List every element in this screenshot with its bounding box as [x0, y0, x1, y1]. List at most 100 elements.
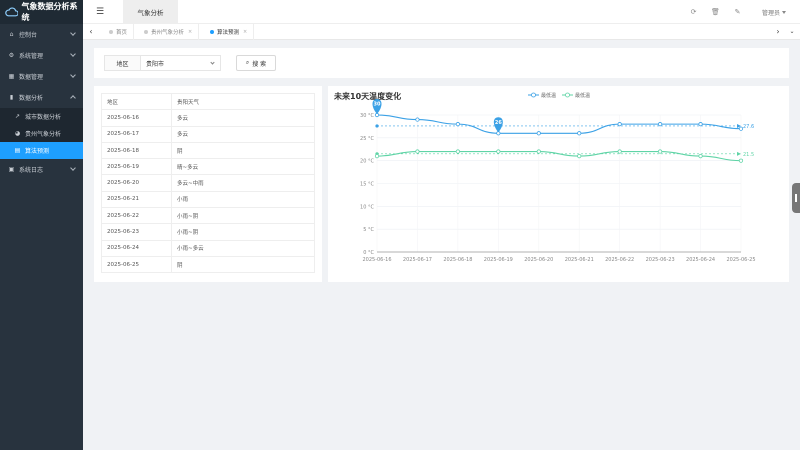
x-tick-label: 2025-06-22 [605, 257, 634, 263]
chevron-down-icon[interactable]: ⌄ [788, 28, 796, 36]
sidebar-item-guizhou-analysis[interactable]: ◕ 贵州气象分析 [0, 125, 83, 142]
cell-date: 2025-06-24 [101, 239, 172, 257]
chevron-down-icon [70, 72, 76, 78]
data-point [536, 149, 541, 154]
tab-dot [210, 30, 214, 34]
y-tick-label: 25 °C [360, 136, 374, 142]
tab-dot [109, 30, 113, 34]
region-select-value: 贵阳市 [146, 60, 165, 68]
chart-icon: ▮ [9, 94, 14, 101]
tab-home[interactable]: 首页 [103, 24, 135, 40]
sidebar-item-dashboard[interactable]: ⌂ 控制台 [0, 24, 83, 45]
side-drawer-handle[interactable] [792, 183, 800, 213]
y-tick-label: 20 °C [360, 159, 374, 165]
data-point [374, 154, 380, 159]
refresh-icon[interactable]: ⟳ [689, 8, 698, 17]
y-tick-label: 0 °C [363, 250, 374, 256]
series-line [376, 114, 742, 134]
data-point [617, 122, 622, 127]
table-row: 2025-06-16 多云 [101, 109, 315, 127]
sidebar-item-algorithm-prediction[interactable]: ▤ 算法预测 [0, 142, 83, 159]
edit-icon[interactable]: ✎ [733, 8, 742, 17]
caret-down-icon [782, 11, 786, 14]
trash-icon[interactable]: 🗑 [711, 8, 720, 17]
average-value-label: 21.5 [743, 152, 754, 158]
x-tick-label: 2025-06-20 [524, 257, 553, 263]
table-row: 2025-06-18 阴 [101, 141, 315, 160]
sidebar-item-label: 数据管理 [19, 74, 44, 81]
x-tick-label: 2025-06-19 [484, 257, 513, 263]
home-icon: ⌂ [9, 31, 14, 38]
data-point [617, 149, 622, 154]
search-button[interactable]: ⌕ 搜 索 [236, 55, 276, 71]
table-header-row: 地区 贵阳天气 [101, 92, 315, 111]
cell-weather: 小雨~阴 [171, 207, 315, 225]
submenu-data-analysis: ↗ 城市数据分析 ◕ 贵州气象分析 ▤ 算法预测 [0, 108, 83, 159]
data-point [415, 117, 420, 122]
cell-date: 2025-06-25 [101, 255, 172, 274]
data-point [738, 126, 744, 131]
data-point [698, 122, 703, 127]
sidebar-item-label: 控制台 [19, 32, 38, 39]
cell-date: 2025-06-20 [101, 174, 172, 192]
data-point [577, 131, 582, 136]
legend-label: 最低温 [575, 92, 590, 99]
pie-chart-icon: ◕ [14, 130, 21, 137]
cell-weather: 小雨 [171, 190, 315, 209]
data-point [455, 149, 460, 154]
tab-guizhou-analysis[interactable]: 贵州气象分析 × [138, 24, 200, 40]
cell-date: 2025-06-21 [101, 190, 172, 209]
user-menu[interactable]: 管理员 [762, 8, 780, 17]
pin-label: 26 [495, 120, 502, 126]
sidebar: 气象数据分析系统 ⌂ 控制台 ⚙ 系统管理 ▦ 数据管理 ▮ 数据分析 ↗ 城市… [0, 0, 83, 450]
menu-toggle-icon[interactable]: ☰ [96, 7, 114, 19]
app-logo[interactable]: 气象数据分析系统 [0, 0, 83, 24]
pin-label: 30 [374, 102, 381, 108]
tab-algorithm-prediction[interactable]: 算法预测 × [204, 24, 255, 40]
cell-date: 2025-06-22 [101, 207, 172, 225]
line-chart-icon: ↗ [14, 113, 21, 120]
sidebar-item-system-management[interactable]: ⚙ 系统管理 [0, 45, 83, 66]
sidebar-item-data-analysis[interactable]: ▮ 数据分析 [0, 87, 83, 108]
region-label: 地区 [104, 55, 141, 71]
x-tick-label: 2025-06-24 [686, 257, 715, 263]
x-tick-label: 2025-06-16 [362, 257, 391, 263]
close-icon[interactable]: × [243, 29, 247, 35]
legend-marker [531, 92, 536, 98]
gears-icon: ⚙ [8, 52, 15, 59]
close-icon[interactable]: × [188, 29, 192, 35]
cloud-icon [5, 7, 19, 17]
data-point [658, 122, 663, 127]
cell-date: 2025-06-16 [101, 109, 172, 127]
cell-weather: 小雨~阴 [171, 223, 315, 241]
temperature-chart-card: 未来10天温度变化 0 °C 5 °C 10 °C 15 °C 20 °C 25 °C 30… [328, 86, 789, 282]
tab-label: 首页 [116, 30, 128, 36]
app-title: 气象数据分析系统 [21, 2, 78, 22]
sidebar-item-system-log[interactable]: ▣ 系统日志 [0, 159, 83, 180]
page-bottom [83, 430, 800, 450]
data-point [577, 154, 582, 159]
header-tab-weather-analysis[interactable]: 气象分析 [123, 0, 178, 24]
data-point [658, 149, 663, 154]
average-line-arrow [737, 151, 741, 156]
document-icon: ▤ [14, 147, 21, 154]
sidebar-item-label: 城市数据分析 [25, 114, 62, 121]
sidebar-item-city-analysis[interactable]: ↗ 城市数据分析 [0, 108, 83, 125]
y-tick-label: 30 °C [360, 113, 374, 119]
cell-date: 2025-06-18 [101, 141, 172, 160]
sidebar-item-label: 系统管理 [19, 53, 44, 60]
search-button-label: 搜 索 [252, 60, 267, 68]
sidebar-item-data-management[interactable]: ▦ 数据管理 [0, 66, 83, 87]
cell-weather: 阴 [171, 255, 315, 274]
chevron-left-icon[interactable]: ‹ [87, 28, 95, 36]
x-tick-label: 2025-06-18 [443, 257, 472, 263]
chevron-down-icon [210, 60, 215, 65]
cell-weather: 多云~中雨 [171, 174, 315, 192]
sidebar-item-label: 系统日志 [19, 167, 44, 174]
column-header: 贵阳天气 [171, 92, 315, 111]
cell-weather: 多云 [171, 109, 315, 127]
region-select[interactable]: 贵阳市 [141, 55, 221, 71]
cell-date: 2025-06-17 [101, 125, 172, 143]
chevron-right-icon[interactable]: › [774, 28, 782, 36]
x-tick-label: 2025-06-23 [646, 257, 675, 263]
